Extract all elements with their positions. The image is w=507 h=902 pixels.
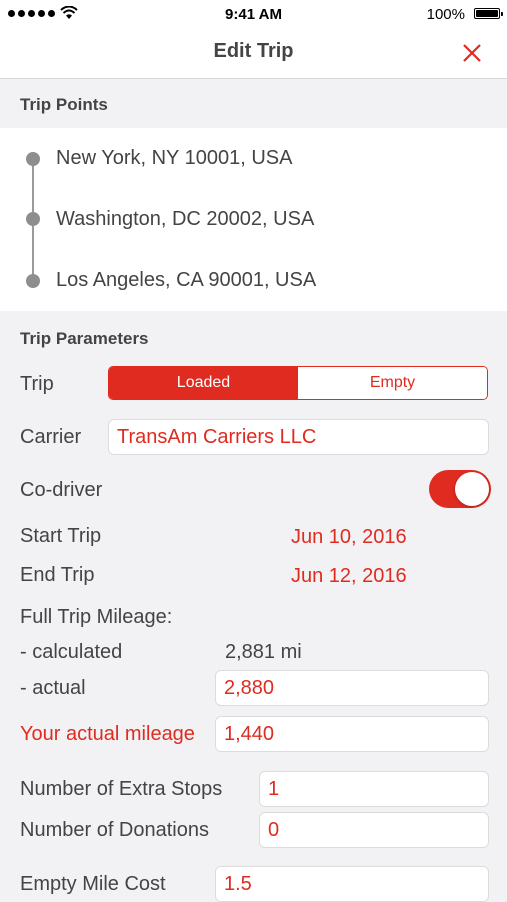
start-trip-label: Start Trip bbox=[20, 525, 102, 547]
your-actual-mileage-label: Your actual mileage bbox=[20, 723, 195, 745]
page-title: Edit Trip bbox=[213, 40, 294, 62]
actual-mileage-label: - actual bbox=[20, 677, 86, 699]
calculated-mileage-label: - calculated bbox=[20, 641, 123, 663]
route-point-icon bbox=[26, 152, 40, 166]
actual-mileage-field[interactable]: 2,880 bbox=[215, 670, 489, 706]
trip-type-segmented-control[interactable]: Loaded Empty bbox=[108, 366, 488, 400]
extra-stops-field[interactable]: 1 bbox=[259, 771, 489, 807]
empty-mile-cost-field[interactable]: 1.5 bbox=[215, 866, 489, 902]
carrier-field[interactable]: TransAm Carriers LLC bbox=[108, 419, 489, 455]
your-actual-mileage-field[interactable]: 1,440 bbox=[215, 716, 489, 752]
extra-stops-label: Number of Extra Stops bbox=[20, 778, 223, 800]
navigation-bar: Edit Trip bbox=[0, 28, 507, 79]
full-trip-mileage-label: Full Trip Mileage: bbox=[20, 606, 173, 628]
trip-point-origin[interactable]: New York, NY 10001, USA bbox=[56, 147, 292, 170]
trip-type-label: Trip bbox=[20, 373, 54, 395]
codriver-toggle[interactable] bbox=[429, 470, 491, 508]
battery-percentage: 100% bbox=[426, 6, 465, 23]
end-trip-label: End Trip bbox=[20, 564, 95, 586]
donations-field[interactable]: 0 bbox=[259, 812, 489, 848]
close-button[interactable] bbox=[459, 40, 485, 66]
empty-mile-cost-label: Empty Mile Cost bbox=[20, 873, 166, 895]
status-bar: 9:41 AM 100% bbox=[0, 0, 507, 28]
route-point-icon bbox=[26, 274, 40, 288]
trip-point-destination[interactable]: Los Angeles, CA 90001, USA bbox=[56, 269, 316, 292]
trip-points-header: Trip Points bbox=[20, 95, 108, 114]
route-point-icon bbox=[26, 212, 40, 226]
trip-parameters-header: Trip Parameters bbox=[20, 329, 149, 348]
battery-icon bbox=[474, 8, 503, 19]
codriver-label: Co-driver bbox=[20, 479, 103, 501]
calculated-mileage-value: 2,881 mi bbox=[225, 641, 302, 663]
trip-type-loaded-option[interactable]: Loaded bbox=[109, 367, 298, 399]
donations-label: Number of Donations bbox=[20, 819, 209, 841]
end-trip-date[interactable]: Jun 12, 2016 bbox=[291, 565, 407, 588]
trip-point-stop[interactable]: Washington, DC 20002, USA bbox=[56, 208, 314, 231]
carrier-label: Carrier bbox=[20, 426, 82, 448]
trip-type-empty-option[interactable]: Empty bbox=[298, 367, 487, 399]
close-icon bbox=[463, 44, 481, 62]
start-trip-date[interactable]: Jun 10, 2016 bbox=[291, 526, 407, 549]
trip-points-list: New York, NY 10001, USA Washington, DC 2… bbox=[0, 128, 507, 311]
